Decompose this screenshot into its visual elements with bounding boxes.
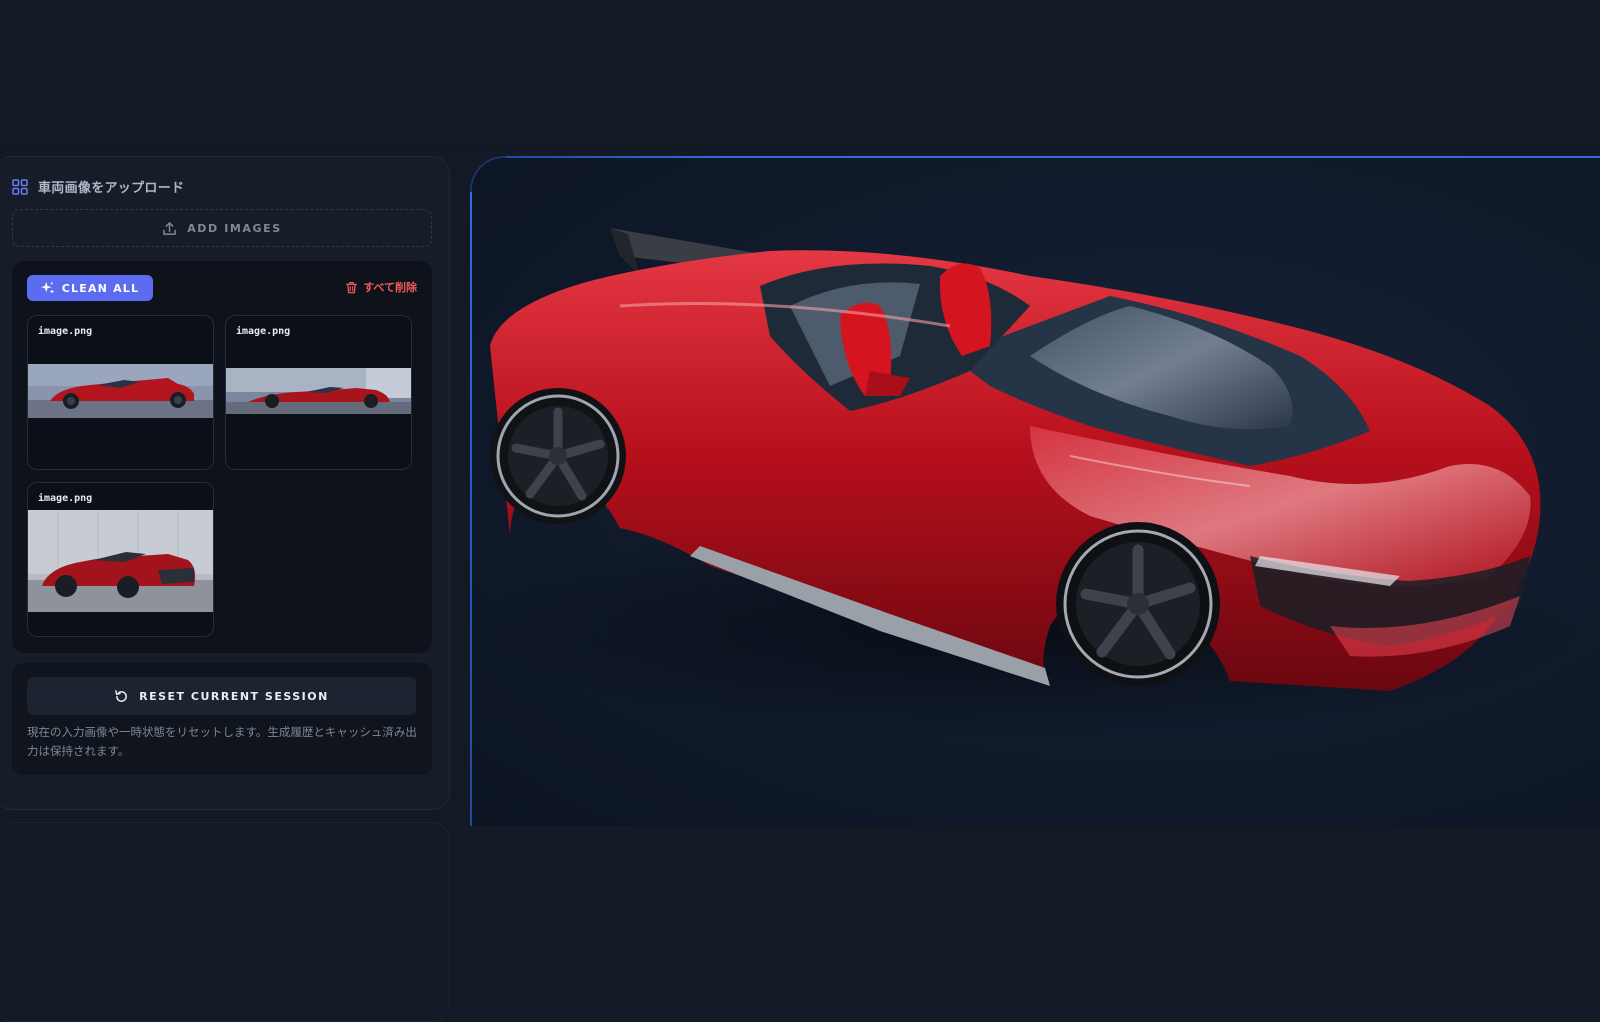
image-card[interactable]: image.png <box>27 482 214 637</box>
viewer-border-left <box>470 190 472 826</box>
car-thumbnail <box>28 510 213 612</box>
upload-icon <box>163 221 177 235</box>
viewer-border-top <box>504 156 1600 158</box>
image-filename: image.png <box>38 326 93 337</box>
clean-all-button[interactable]: CLEAN ALL <box>27 275 153 301</box>
car-3d-model[interactable] <box>470 156 1600 826</box>
images-list: CLEAN ALL すべて削除 image.png image.png imag… <box>12 261 432 653</box>
upload-title: 車両画像をアップロード <box>38 181 185 196</box>
add-images-button[interactable]: ADD IMAGES <box>12 209 432 247</box>
session-section: RESET CURRENT SESSION 現在の入力画像や一時状態をリセットし… <box>12 663 432 775</box>
car-thumbnail <box>28 364 213 418</box>
reset-session-label: RESET CURRENT SESSION <box>139 689 329 703</box>
image-card[interactable]: image.png <box>225 315 412 470</box>
delete-all-label: すべて削除 <box>363 281 417 294</box>
image-filename: image.png <box>236 326 291 337</box>
top-toolbar-area <box>0 0 1600 147</box>
upload-panel: 車両画像をアップロード ADD IMAGES CLEAN ALL すべて削除 i… <box>0 156 450 810</box>
model-viewer[interactable] <box>470 156 1600 826</box>
grid-icon <box>12 178 28 195</box>
reset-icon <box>115 689 128 702</box>
bottom-area <box>460 826 1600 1000</box>
top-divider <box>0 146 1600 147</box>
image-card[interactable]: image.png <box>27 315 214 470</box>
upload-header: 車両画像をアップロード <box>12 177 184 196</box>
trash-icon <box>346 281 358 293</box>
sparkle-icon <box>40 281 54 294</box>
add-images-label: ADD IMAGES <box>187 221 282 235</box>
reset-session-button[interactable]: RESET CURRENT SESSION <box>27 677 416 715</box>
delete-all-button[interactable]: すべて削除 <box>345 279 417 295</box>
clean-all-label: CLEAN ALL <box>61 281 140 295</box>
car-thumbnail <box>226 368 411 414</box>
image-filename: image.png <box>38 493 93 504</box>
reset-description: 現在の入力画像や一時状態をリセットします。生成履歴とキャッシュ済み出力は保持され… <box>27 725 417 758</box>
secondary-panel <box>0 822 450 1022</box>
